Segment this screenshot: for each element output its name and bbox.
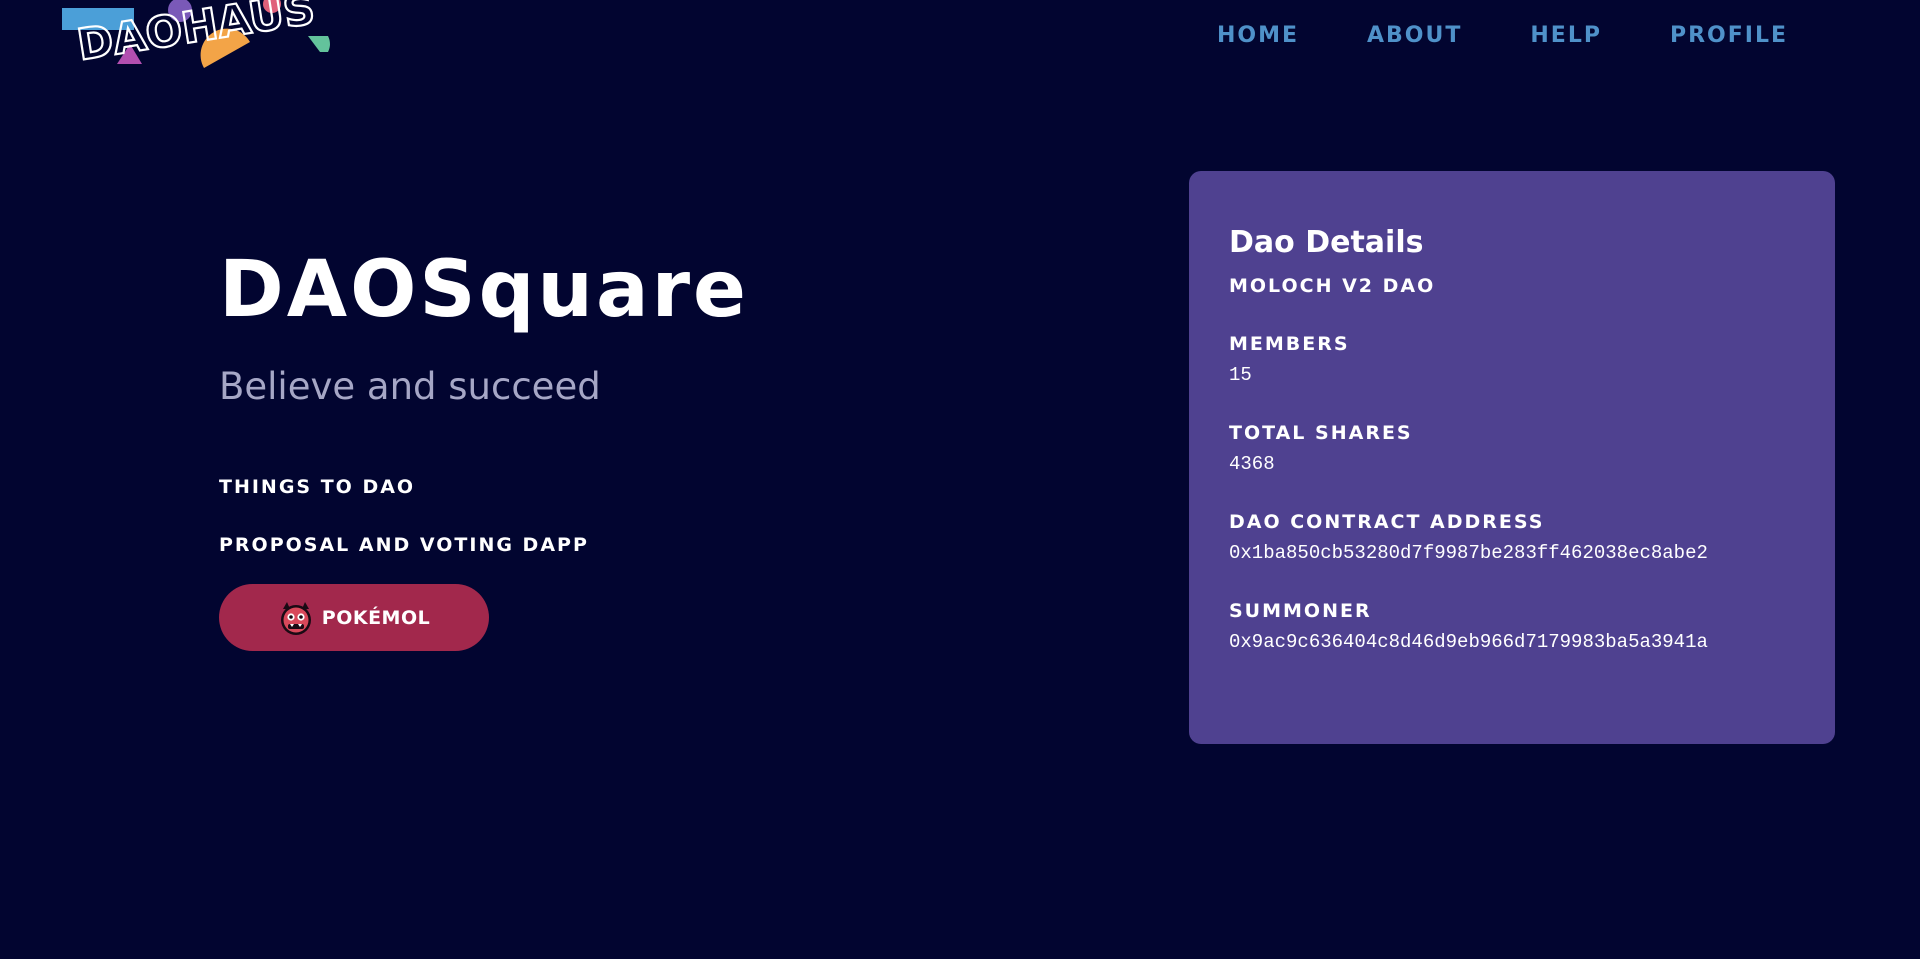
dao-name: DAOSquare	[219, 245, 749, 335]
summoner-value: 0x9ac9c636404c8d46d9eb966d7179983ba5a394…	[1229, 631, 1708, 653]
pokemol-button[interactable]: POKÉMOL	[219, 584, 489, 651]
nav-profile[interactable]: PROFILE	[1670, 18, 1788, 54]
contract-address-block: DAO CONTRACT ADDRESS 0x1ba850cb53280d7f9…	[1229, 509, 1795, 566]
page: DAOHAUS HOME ABOUT HELP PROFILE DAOSquar…	[0, 0, 1920, 959]
main-nav: HOME ABOUT HELP PROFILE	[1217, 18, 1788, 54]
summoner-block: SUMMONER 0x9ac9c636404c8d46d9eb966d71799…	[1229, 598, 1795, 655]
total-shares-value: 4368	[1229, 453, 1275, 475]
things-to-dao-link[interactable]: THINGS TO DAO	[219, 474, 749, 500]
details-title: Dao Details	[1229, 225, 1424, 260]
daohaus-logo[interactable]: DAOHAUS	[62, 0, 332, 72]
pokemol-monster-icon	[280, 601, 311, 635]
proposal-voting-dapp-link[interactable]: PROPOSAL AND VOTING DAPP	[219, 532, 749, 558]
contract-address-value: 0x1ba850cb53280d7f9987be283ff462038ec8ab…	[1229, 542, 1708, 564]
daohaus-logo-mark: DAOHAUS	[62, 0, 330, 72]
nav-about[interactable]: ABOUT	[1367, 18, 1462, 54]
dao-hero: DAOSquare Believe and succeed THINGS TO …	[219, 240, 749, 651]
contract-address-label: DAO CONTRACT ADDRESS	[1229, 511, 1545, 533]
pokemol-label: POKÉMOL	[321, 606, 431, 629]
summoner-label: SUMMONER	[1229, 600, 1372, 622]
dao-tagline: Believe and succeed	[219, 365, 601, 408]
members-value: 15	[1229, 364, 1252, 386]
hero-links: THINGS TO DAO PROPOSAL AND VOTING DAPP	[219, 474, 749, 558]
total-shares-block: TOTAL SHARES 4368	[1229, 420, 1795, 477]
members-block: MEMBERS 15	[1229, 331, 1795, 388]
members-label: MEMBERS	[1229, 333, 1350, 355]
nav-home[interactable]: HOME	[1217, 18, 1299, 54]
total-shares-label: TOTAL SHARES	[1229, 422, 1413, 444]
nav-help[interactable]: HELP	[1530, 18, 1602, 54]
dao-details-card: Dao Details MOLOCH V2 DAO MEMBERS 15 TOT…	[1189, 171, 1835, 744]
dao-version: MOLOCH V2 DAO	[1229, 275, 1436, 297]
